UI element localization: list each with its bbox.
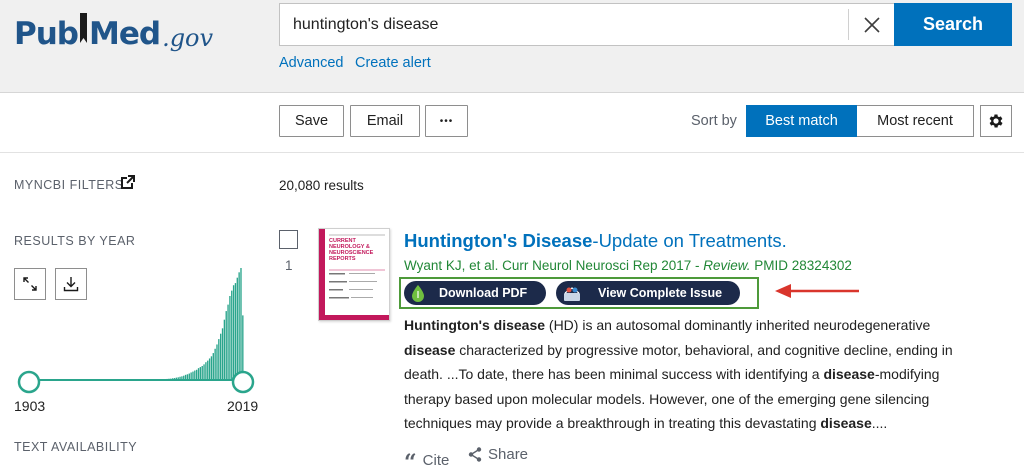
logo-med: Med <box>88 16 161 52</box>
histogram-bar[interactable] <box>207 360 209 380</box>
histogram-bar[interactable] <box>218 339 220 380</box>
sort-toggle: Best match Most recent <box>746 105 974 137</box>
results-by-year-heading: RESULTS BY YEAR <box>14 234 136 248</box>
histogram-bars <box>28 268 244 380</box>
toolbar-divider <box>0 152 1024 153</box>
display-options-button[interactable] <box>980 105 1012 137</box>
result-title-link[interactable]: Huntington's Disease-Update on Treatment… <box>404 230 787 252</box>
results-by-year-histogram[interactable] <box>28 264 244 382</box>
histogram-bar[interactable] <box>238 272 240 380</box>
histogram-bar[interactable] <box>203 364 205 380</box>
histogram-bar[interactable] <box>234 283 237 380</box>
gear-icon <box>989 114 1003 128</box>
journal-cover-thumbnail[interactable]: CURRENT NEUROLOGY & NEUROSCIENCE REPORTS <box>318 228 390 321</box>
share-label: Share <box>488 446 529 463</box>
histogram-bar[interactable] <box>212 353 214 380</box>
sort-best-match[interactable]: Best match <box>746 105 857 137</box>
cite-label: Cite <box>422 451 450 469</box>
myncbi-filters-heading: MYNCBI FILTERS <box>14 178 124 192</box>
histogram-bar[interactable] <box>220 333 222 380</box>
citation-pmid: PMID 28324302 <box>750 258 852 273</box>
search-input[interactable]: huntington's disease <box>279 3 894 46</box>
download-pdf-label: Download PDF <box>439 286 528 300</box>
search-query[interactable]: huntington's disease <box>293 16 438 34</box>
histogram-bar[interactable] <box>197 368 200 380</box>
histogram-bar[interactable] <box>232 285 235 380</box>
sort-most-recent[interactable]: Most recent <box>857 105 974 137</box>
histogram-bar[interactable] <box>227 304 229 380</box>
histogram-bar[interactable] <box>225 311 227 380</box>
histogram-bar[interactable] <box>208 358 211 380</box>
abstract-highlight: Huntington's disease <box>404 317 546 333</box>
book-icon <box>79 13 89 48</box>
year-start-handle[interactable] <box>16 369 42 395</box>
abstract-text: .... <box>871 415 888 431</box>
histogram-bar[interactable] <box>194 370 196 380</box>
histogram-bar[interactable] <box>210 356 213 380</box>
view-complete-issue-label: View Complete Issue <box>598 286 723 300</box>
abstract-highlight: disease <box>823 366 875 382</box>
histogram-bar[interactable] <box>231 290 233 380</box>
pdf-drop-icon <box>412 285 424 302</box>
result-number: 1 <box>285 258 293 273</box>
abstract-text: (HD) is an autosomal dominantly inherite… <box>545 317 931 333</box>
issue-book-icon <box>564 287 580 301</box>
year-start-label: 1903 <box>14 398 46 414</box>
histogram-bar[interactable] <box>190 372 192 380</box>
create-alert-link[interactable]: Create alert <box>355 55 431 71</box>
view-complete-issue-button[interactable]: View Complete Issue <box>556 281 740 305</box>
histogram-bar[interactable] <box>199 367 202 380</box>
result-abstract-snippet: Huntington's disease (HD) is an autosoma… <box>404 313 984 436</box>
histogram-bar[interactable] <box>192 371 194 380</box>
result-checkbox[interactable] <box>279 230 298 249</box>
histogram-bar[interactable] <box>229 296 231 380</box>
histogram-bar[interactable] <box>221 328 224 380</box>
pubmed-logo[interactable]: Pub Med .gov <box>14 6 213 50</box>
abstract-highlight: disease <box>404 341 456 358</box>
cover-line-4: REPORTS <box>329 256 356 262</box>
share-icon <box>468 447 482 462</box>
result-citation: Wyant KJ, et al. Curr Neurol Neurosci Re… <box>404 258 852 273</box>
logo-gov: .gov <box>162 24 214 52</box>
logo-pub: Pub <box>14 16 79 52</box>
abstract-highlight: disease <box>820 415 872 431</box>
share-button[interactable]: Share <box>468 446 528 463</box>
close-icon <box>864 17 880 33</box>
histogram-bar[interactable] <box>201 366 203 380</box>
title-rest: -Update on Treatments. <box>592 230 787 251</box>
header: Pub Med .gov huntington's disease Search… <box>0 0 1024 93</box>
results-count: 20,080 results <box>279 178 364 193</box>
histogram-bar[interactable] <box>196 369 198 380</box>
save-button[interactable]: Save <box>279 105 344 137</box>
histogram-bar[interactable] <box>223 319 226 380</box>
search-divider <box>848 9 849 40</box>
email-button[interactable]: Email <box>350 105 420 137</box>
histogram-bar[interactable] <box>205 362 207 380</box>
text-availability-heading: TEXT AVAILABILITY <box>14 440 138 454</box>
advanced-search-link[interactable]: Advanced <box>279 55 344 71</box>
year-end-label: 2019 <box>227 398 259 414</box>
external-link-icon[interactable] <box>121 175 135 194</box>
more-actions-button[interactable]: ••• <box>425 105 468 137</box>
year-end-handle[interactable] <box>230 369 256 395</box>
citation-pub-type: Review. <box>703 258 751 273</box>
citation-authors: Wyant KJ, et al. Curr Neurol Neurosci Re… <box>404 258 704 273</box>
quote-icon: “ <box>404 450 417 470</box>
title-highlight: Huntington's Disease <box>404 230 593 251</box>
download-pdf-button[interactable]: Download PDF <box>404 281 546 305</box>
sort-by-label: Sort by <box>691 113 737 129</box>
search-button[interactable]: Search <box>894 3 1012 46</box>
annotation-arrow-icon <box>775 284 859 298</box>
histogram-bar[interactable] <box>236 277 238 380</box>
cite-button[interactable]: “ Cite <box>404 446 449 470</box>
histogram-bar[interactable] <box>214 348 216 380</box>
clear-search-button[interactable] <box>856 9 888 41</box>
histogram-bar[interactable] <box>240 268 242 380</box>
histogram-bar[interactable] <box>216 344 218 380</box>
